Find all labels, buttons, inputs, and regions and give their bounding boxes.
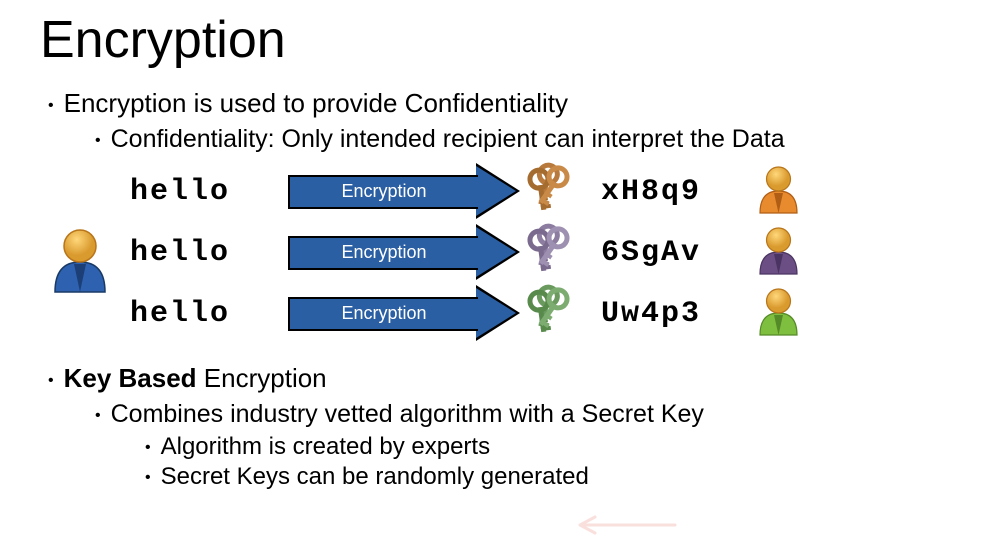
encryption-diagram: hello Encryption xH8q9 hello bbox=[130, 164, 959, 341]
bullet-dot: • bbox=[95, 407, 101, 425]
sender-person-icon bbox=[50, 224, 110, 299]
bullet-dot: • bbox=[145, 469, 151, 487]
bullet-text: Secret Keys can be randomly generated bbox=[161, 463, 589, 491]
recipient-person-icon bbox=[756, 163, 801, 220]
ciphertext: xH8q9 bbox=[601, 175, 741, 209]
plaintext: hello bbox=[130, 175, 280, 209]
rest-text: Encryption bbox=[197, 363, 327, 393]
arrow-label: Encryption bbox=[288, 297, 478, 331]
diagram-row-2: hello Encryption 6SgAv bbox=[130, 225, 959, 280]
bullet-secret-keys: • Secret Keys can be randomly generated bbox=[145, 463, 959, 491]
plaintext: hello bbox=[130, 297, 280, 331]
bullet-text: Key Based Encryption bbox=[64, 363, 327, 394]
keys-icon bbox=[526, 162, 581, 222]
ciphertext: Uw4p3 bbox=[601, 297, 741, 331]
keys-icon bbox=[526, 284, 581, 344]
encryption-arrow: Encryption bbox=[288, 293, 518, 335]
bullet-confidentiality-def: • Confidentiality: Only intended recipie… bbox=[95, 125, 959, 154]
bullet-text: Algorithm is created by experts bbox=[161, 433, 490, 461]
bullet-dot: • bbox=[145, 439, 151, 457]
bullet-text: Encryption is used to provide Confidenti… bbox=[64, 88, 568, 119]
arrow-label: Encryption bbox=[288, 236, 478, 270]
bullet-key-based: • Key Based Encryption bbox=[48, 363, 959, 394]
encryption-arrow: Encryption bbox=[288, 232, 518, 274]
bullet-confidentiality: • Encryption is used to provide Confiden… bbox=[48, 88, 959, 119]
bullet-text: Confidentiality: Only intended recipient… bbox=[111, 125, 785, 154]
annotation-arrow-icon bbox=[560, 510, 680, 540]
plaintext: hello bbox=[130, 236, 280, 270]
bullet-combines: • Combines industry vetted algorithm wit… bbox=[95, 400, 959, 429]
recipient-person-icon bbox=[756, 224, 801, 281]
bullet-text: Combines industry vetted algorithm with … bbox=[111, 400, 704, 429]
page-title: Encryption bbox=[40, 10, 959, 70]
bullet-dot: • bbox=[95, 132, 101, 150]
bold-prefix: Key Based bbox=[64, 363, 197, 393]
encryption-arrow: Encryption bbox=[288, 171, 518, 213]
bullet-dot: • bbox=[48, 97, 54, 115]
diagram-row-3: hello Encryption Uw4p3 bbox=[130, 286, 959, 341]
diagram-row-1: hello Encryption xH8q9 bbox=[130, 164, 959, 219]
recipient-person-icon bbox=[756, 285, 801, 342]
bullet-algorithm: • Algorithm is created by experts bbox=[145, 433, 959, 461]
bullet-dot: • bbox=[48, 372, 54, 390]
keys-icon bbox=[526, 223, 581, 283]
ciphertext: 6SgAv bbox=[601, 236, 741, 270]
arrow-label: Encryption bbox=[288, 175, 478, 209]
